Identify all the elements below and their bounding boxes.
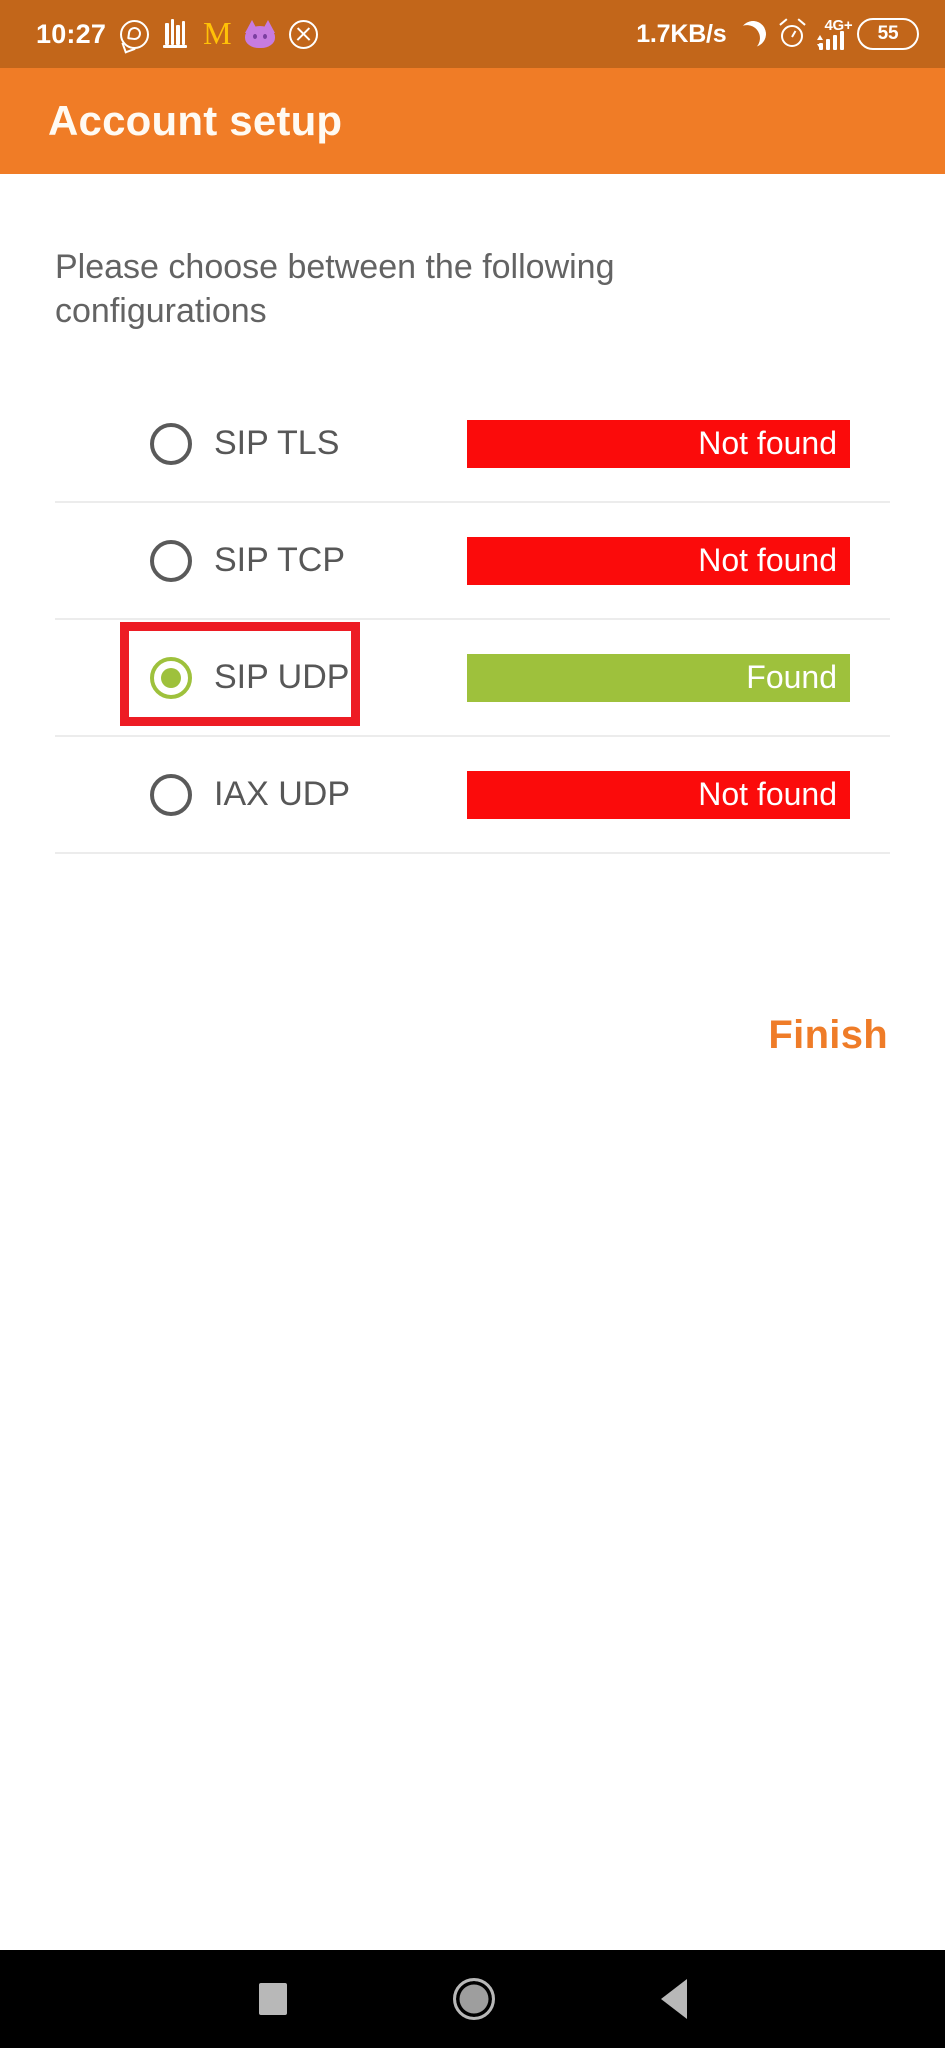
recents-button-icon[interactable]: [258, 1983, 287, 2015]
status-bar-left-group: 10:27 M: [36, 15, 318, 52]
page-title: Account setup: [48, 97, 343, 144]
status-badge-sip-udp: Found: [467, 653, 850, 702]
battery-level-label: 55: [877, 23, 899, 44]
signal-bars-icon: 4G+: [816, 18, 853, 50]
status-bar: 10:27 M 1.7KB/s 4G+ 55: [0, 0, 945, 68]
status-badge-iax-udp: Not found: [467, 770, 850, 819]
alarm-clock-icon: [778, 17, 806, 48]
option-row-sip-tcp-left[interactable]: SIP TCP: [55, 539, 355, 582]
mobile-network-label: 4G+: [824, 17, 853, 34]
option-row-sip-tls-left[interactable]: SIP TLS: [55, 422, 355, 465]
finish-button[interactable]: Finish: [768, 1013, 888, 1058]
android-navigation-bar: [0, 1950, 945, 2048]
configuration-options-list: SIP TLS Not found SIP TCP Not found SIP …: [0, 386, 945, 854]
whatsapp-icon: [120, 19, 150, 49]
status-bar-clock: 10:27: [36, 18, 107, 49]
cat-app-icon: [244, 20, 275, 48]
radio-sip-udp[interactable]: [150, 656, 192, 699]
notification-icon: [163, 19, 189, 49]
radio-sip-tcp[interactable]: [150, 539, 192, 582]
option-row-iax-udp[interactable]: IAX UDP Not found: [55, 737, 890, 854]
main-content: Please choose between the following conf…: [0, 174, 945, 1950]
status-bar-right-group: 1.7KB/s 4G+ 55: [636, 17, 919, 50]
battery-icon: 55: [857, 18, 919, 50]
close-circle-icon: [288, 19, 318, 49]
radio-sip-tls[interactable]: [150, 422, 192, 465]
status-badge-sip-tcp: Not found: [467, 536, 850, 585]
option-label-iax-udp: IAX UDP: [214, 775, 351, 813]
app-bar: Account setup: [0, 68, 945, 174]
option-label-sip-tcp: SIP TCP: [214, 541, 346, 579]
status-badge-sip-tls: Not found: [467, 419, 850, 468]
do-not-disturb-moon-icon: [740, 21, 766, 47]
radio-iax-udp[interactable]: [150, 773, 192, 816]
option-label-sip-udp: SIP UDP: [214, 658, 350, 696]
option-row-sip-tls[interactable]: SIP TLS Not found: [55, 386, 890, 503]
option-row-sip-udp-left[interactable]: SIP UDP: [55, 656, 355, 699]
phone-screen: 10:27 M 1.7KB/s 4G+ 55 Account setup Ple…: [0, 0, 945, 2048]
option-label-sip-tls: SIP TLS: [214, 424, 340, 462]
option-row-iax-udp-left[interactable]: IAX UDP: [55, 773, 355, 816]
home-button-icon[interactable]: [452, 1978, 495, 2020]
option-row-sip-tcp[interactable]: SIP TCP Not found: [55, 503, 890, 620]
network-speed-label: 1.7KB/s: [636, 19, 727, 48]
instruction-text: Please choose between the following conf…: [55, 248, 615, 330]
back-button-icon[interactable]: [660, 1979, 687, 2019]
mcdonalds-icon: M: [203, 15, 231, 52]
option-row-sip-udp[interactable]: SIP UDP Found: [55, 620, 890, 737]
